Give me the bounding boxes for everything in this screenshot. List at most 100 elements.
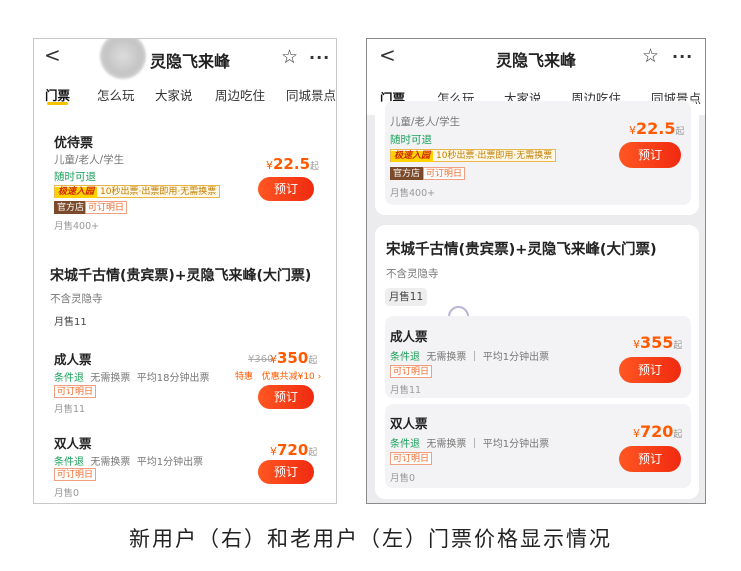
avatar: [100, 39, 146, 79]
price-value: 350: [277, 349, 309, 367]
monthly-sales: 月售400+: [54, 221, 100, 232]
book-button[interactable]: 预订: [619, 142, 681, 168]
combo-sales-pill: 月售11: [385, 288, 427, 306]
exchange-tag: 无需换票: [426, 439, 467, 450]
fast-entry-tag: 极速入园: [55, 187, 98, 198]
product-name: 双人票: [54, 436, 92, 451]
old-user-screenshot: < 灵隐飞来峰 ☆ ··· 门票 怎么玩 大家说 周边吃住 同城景点 优待票 儿…: [33, 38, 337, 504]
more-icon[interactable]: ···: [309, 48, 330, 67]
back-arrow-icon[interactable]: <: [379, 43, 396, 67]
monthly-sales: 月售11: [54, 404, 86, 415]
active-tab-indicator: [47, 102, 68, 105]
fast-entry-badge: 极速入园 10秒出票·出票即用·无需换票: [390, 149, 557, 162]
refund-tag: 条件退: [390, 439, 420, 450]
special-tag: 特惠: [235, 372, 254, 382]
book-button[interactable]: 预订: [619, 446, 681, 472]
back-arrow-icon[interactable]: <: [44, 43, 61, 67]
price: ¥350起: [270, 349, 317, 367]
price-value: 720: [277, 441, 309, 459]
issue-speed: 平均1分钟出票: [482, 352, 550, 363]
monthly-sales: 月售11: [390, 385, 422, 396]
price-unit: 起: [308, 448, 318, 458]
book-button[interactable]: 预订: [619, 357, 681, 383]
book-tomorrow-badge: 可订明日: [423, 167, 466, 180]
official-shop-badge: 官方店: [390, 167, 424, 180]
tab-same-city[interactable]: 同城景点: [286, 85, 336, 104]
currency-symbol: ¥: [270, 353, 277, 366]
book-tomorrow-badge: 可订明日: [390, 452, 433, 465]
combo-note: 不含灵隐寺: [50, 293, 103, 305]
monthly-sales: 月售0: [54, 488, 80, 499]
refund-tag: 条件退: [390, 352, 420, 363]
issue-speed: 平均1分钟出票: [136, 457, 204, 468]
tab-nearby[interactable]: 周边吃住: [215, 85, 265, 104]
price: ¥720起: [633, 422, 682, 441]
more-icon[interactable]: ···: [672, 47, 693, 66]
ticket-features: 条件退 无需换票 平均18分钟出票: [54, 369, 209, 384]
refund-tag: 条件退: [54, 373, 84, 384]
price-unit: 起: [310, 162, 320, 172]
combo-sales: 月售11: [54, 317, 87, 328]
ticket-features: 条件退 无需换票 ｜ 平均1分钟出票: [390, 439, 550, 450]
exchange-tag: 无需换票: [90, 457, 131, 468]
star-icon[interactable]: ☆: [642, 45, 659, 67]
discount-text: 优惠共减¥10: [261, 372, 315, 382]
star-icon[interactable]: ☆: [281, 46, 298, 68]
exchange-tag: 无需换票: [426, 352, 467, 363]
currency-symbol: ¥: [270, 445, 277, 458]
page-title: 灵隐飞来峰: [496, 51, 577, 70]
fast-entry-badge: 极速入园 10秒出票·出票即用·无需换票: [54, 185, 221, 198]
currency-symbol: ¥: [629, 124, 636, 137]
currency-symbol: ¥: [633, 427, 640, 440]
refund-tag: 随时可退: [390, 134, 432, 146]
tab-how-to-play[interactable]: 怎么玩: [97, 85, 135, 104]
price-unit: 起: [673, 430, 683, 440]
book-tomorrow-badge: 可订明日: [390, 365, 433, 378]
new-user-screenshot: < 灵隐飞来峰 ☆ ··· 门票 怎么玩 大家说 周边吃住 同城景点 儿童/老人…: [366, 38, 706, 504]
exchange-tag: 无需换票: [90, 373, 131, 384]
monthly-sales: 月售0: [390, 473, 416, 484]
fast-entry-text: 10秒出票·出票即用·无需换票: [436, 151, 553, 161]
product-name: 优待票: [54, 136, 94, 151]
product-name: 双人票: [390, 416, 428, 431]
issue-speed: 平均18分钟出票: [136, 373, 210, 384]
ticket-features: 条件退 无需换票 平均1分钟出票: [54, 453, 203, 468]
price-unit: 起: [675, 127, 685, 137]
issue-speed: 平均1分钟出票: [482, 439, 550, 450]
product-name: 成人票: [390, 329, 428, 344]
book-button[interactable]: 预订: [258, 385, 314, 409]
combo-title: 宋城千古情(贵宾票)+灵隐飞来峰(大门票): [386, 242, 657, 258]
price: ¥22.5起: [629, 119, 685, 138]
monthly-sales: 月售400+: [390, 188, 436, 199]
tab-reviews[interactable]: 大家说: [155, 85, 193, 104]
refund-tag: 条件退: [54, 457, 84, 468]
fast-entry-text: 10秒出票·出票即用·无需换票: [100, 187, 217, 197]
combo-note: 不含灵隐寺: [386, 268, 439, 280]
price-value: 22.5: [636, 119, 676, 138]
chevron-right-icon: ›: [314, 372, 322, 382]
book-tomorrow-badge: 可订明日: [54, 385, 97, 398]
price: ¥720起: [270, 441, 317, 459]
price-unit: 起: [308, 356, 318, 366]
price-value: 355: [640, 333, 674, 352]
product-name: 成人票: [54, 352, 92, 367]
price: ¥355起: [633, 333, 682, 352]
book-tomorrow-badge: 可订明日: [54, 468, 97, 481]
price: ¥22.5起: [266, 155, 319, 173]
official-shop-badge: 官方店: [54, 201, 88, 214]
book-button[interactable]: 预订: [258, 460, 314, 484]
fast-entry-tag: 极速入园: [391, 151, 434, 162]
ticket-features: 条件退 无需换票 ｜ 平均1分钟出票: [390, 352, 550, 363]
refund-tag: 随时可退: [54, 171, 96, 183]
price-unit: 起: [673, 341, 683, 351]
figure-caption: 新用户（右）和老用户（左）门票价格显示情况: [129, 527, 612, 551]
book-button[interactable]: 预订: [258, 177, 314, 201]
currency-symbol: ¥: [633, 338, 640, 351]
combo-title: 宋城千古情(贵宾票)+灵隐飞来峰(大门票): [50, 268, 312, 284]
discount-line: 特惠 优惠共减¥10 ›: [235, 369, 321, 382]
audience-text: 儿童/老人/学生: [390, 116, 461, 128]
currency-symbol: ¥: [266, 159, 273, 172]
price-value: 720: [640, 422, 674, 441]
price-value: 22.5: [273, 155, 311, 173]
book-tomorrow-badge: 可订明日: [85, 201, 128, 214]
